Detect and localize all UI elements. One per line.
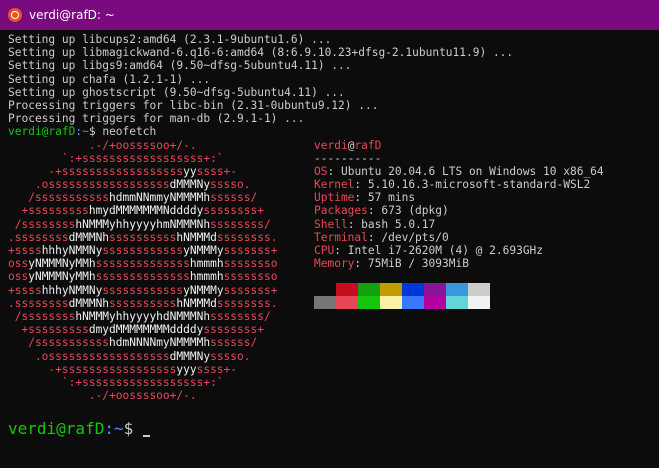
info-key: Packages [314,204,368,218]
system-info: verdi@rafD ---------- OS: Ubuntu 20.04.6… [314,139,604,271]
prompt-user-host: verdi@rafD [8,125,76,139]
prompt-symbol: $ [123,419,143,438]
color-swatch [424,282,446,296]
info-value: bash 5.0.17 [361,217,436,231]
logo-line: +sssshhhyNMMNyssssssssssssyNMMMysssssss+ [8,244,278,257]
logo-line: .ossssssssssssssssssdMMMNysssso. [8,349,251,363]
text-cursor [142,435,150,437]
color-swatch [314,282,336,296]
info-value: 5.10.16.3-microsoft-standard-WSL2 [367,178,591,192]
color-swatch [314,295,336,309]
color-swatch [402,282,424,296]
info-key: Shell [314,217,348,231]
logo-line: +sssshhhyNMMNyssssssssssssyNMMMysssssss+ [8,283,278,297]
logo-line: /sssssssshNMMMyhhyyyyhdNMMMNhssssssss/ [8,309,271,323]
logo-line: +sssssssssdmydMMMMMMMMddddyssssssss+ [8,323,264,337]
ubuntu-icon [8,8,22,22]
info-row-memory: Memory: 75MiB / 3093MiB [314,257,469,271]
logo-line: -+sssssssssssssssssyyyssss+- [8,362,238,376]
color-swatch [468,295,490,309]
color-swatch [446,282,468,296]
info-value: /dev/pts/0 [381,230,449,244]
color-swatch [358,295,380,309]
logo-line: +ssssssssshmydMMMMMMMNddddyssssssss+ [8,204,264,218]
info-key: Memory [314,257,355,271]
info-key: Uptime [314,191,355,205]
terminal-output[interactable]: Setting up libcups2:amd64 (2.3.1-9ubuntu… [0,30,659,468]
info-value: 673 (dpkg) [381,204,449,218]
info-row-cpu: CPU: Intel i7-2620M (4) @ 2.693GHz [314,244,544,257]
prompt-symbol: $ [88,125,103,139]
color-swatch [358,282,380,296]
color-palette-row-1 [314,282,490,296]
logo-line: .-/+oossssoo+/-. [8,389,197,403]
logo-line: .ssssssssdMMMNhsssssssssshNMMMdssssssss. [8,296,278,310]
output-line: Setting up libcups2:amd64 (2.3.1-9ubuntu… [8,33,332,46]
final-prompt-line[interactable]: verdi@rafD:~$ [8,419,150,438]
prompt-command: neofetch [102,125,157,139]
color-swatch [380,282,402,296]
title-bar[interactable]: verdi@rafD: ~ [0,0,659,30]
logo-line: .ssssssssdMMMNhsssssssssshNMMMdssssssss. [8,230,278,244]
logo-line: -+ssssssssssssssssssyyssss+- [8,164,238,178]
logo-line: ossyNMMMNyMMhsssssssssssssshmmmhssssssso [8,257,278,271]
logo-line: `:+ssssssssssssssssss+:` [8,151,224,165]
color-swatch [336,282,358,296]
info-user: verdi [314,138,348,152]
output-line: Setting up libgs9:amd64 (9.50~dfsg-5ubun… [8,59,352,73]
logo-line: .-/+oossssoo+/-. [8,138,197,152]
info-key: Kernel [314,178,355,192]
prompt-path: :~ [75,125,89,139]
output-line: Processing triggers for libc-bin (2.31-0… [8,98,379,112]
output-line: Processing triggers for man-db (2.9.1-1)… [8,112,305,126]
logo-line: /ssssssssssshdmmNNmmyNMMMMhssssss/ [8,191,258,205]
info-row-kernel: Kernel: 5.10.16.3-microsoft-standard-WSL… [314,178,591,192]
info-value: Intel i7-2620M (4) @ 2.693GHz [347,244,544,257]
info-row-os: OS: Ubuntu 20.04.6 LTS on Windows 10 x86… [314,164,604,178]
ubuntu-ascii-logo: .-/+oossssoo+/-. `:+ssssssssssssssssss+:… [8,139,277,403]
info-header: verdi@rafD [314,139,604,152]
color-palette-row-2 [314,295,490,309]
logo-line: ossyNMMMNyMMhsssssssssssssshmmmhssssssso [8,270,278,284]
output-line: Setting up libmagickwand-6.q16-6:amd64 (… [8,46,514,60]
info-row-uptime: Uptime: 57 mins [314,191,416,205]
logo-line: `:+ssssssssssssssssss+:` [8,375,224,389]
info-value: Ubuntu 20.04.6 LTS on Windows 10 x86_64 [340,164,604,178]
info-key: CPU [314,244,335,257]
logo-line: .ossssssssssssssssssdMMMNysssso. [8,178,251,192]
output-line: Setting up chafa (1.2.1-1) ... [8,72,211,86]
prompt-path: :~ [104,419,124,438]
info-value: 75MiB / 3093MiB [367,257,469,271]
color-swatch [336,295,358,309]
info-value: 57 mins [367,191,416,205]
prompt-user-host: verdi@rafD [8,419,105,438]
logo-line: /sssssssshNMMMyhhyyyyhmNMMMNhssssssss/ [8,217,271,231]
color-swatch [424,295,446,309]
info-host: rafD [354,138,382,152]
info-key: Terminal [314,230,368,244]
info-row-terminal: Terminal: /dev/pts/0 [314,230,449,244]
window-title: verdi@rafD: ~ [29,8,115,22]
info-key: OS [314,164,328,178]
output-line: Setting up ghostscript (9.50~dfsg-5ubunt… [8,85,345,99]
info-row-packages: Packages: 673 (dpkg) [314,204,449,218]
color-swatch [402,295,424,309]
info-separator: ---------- [314,151,382,165]
color-swatch [380,295,402,309]
color-swatch [468,282,490,296]
logo-line: /ssssssssssshdmNNNNmyNMMMMhssssss/ [8,336,258,350]
color-swatch [446,295,468,309]
terminal-window: verdi@rafD: ~ Setting up libcups2:amd64 … [0,0,659,468]
info-row-shell: Shell: bash 5.0.17 [314,217,436,231]
command-prompt-line: verdi@rafD:~$ neofetch [8,125,659,138]
